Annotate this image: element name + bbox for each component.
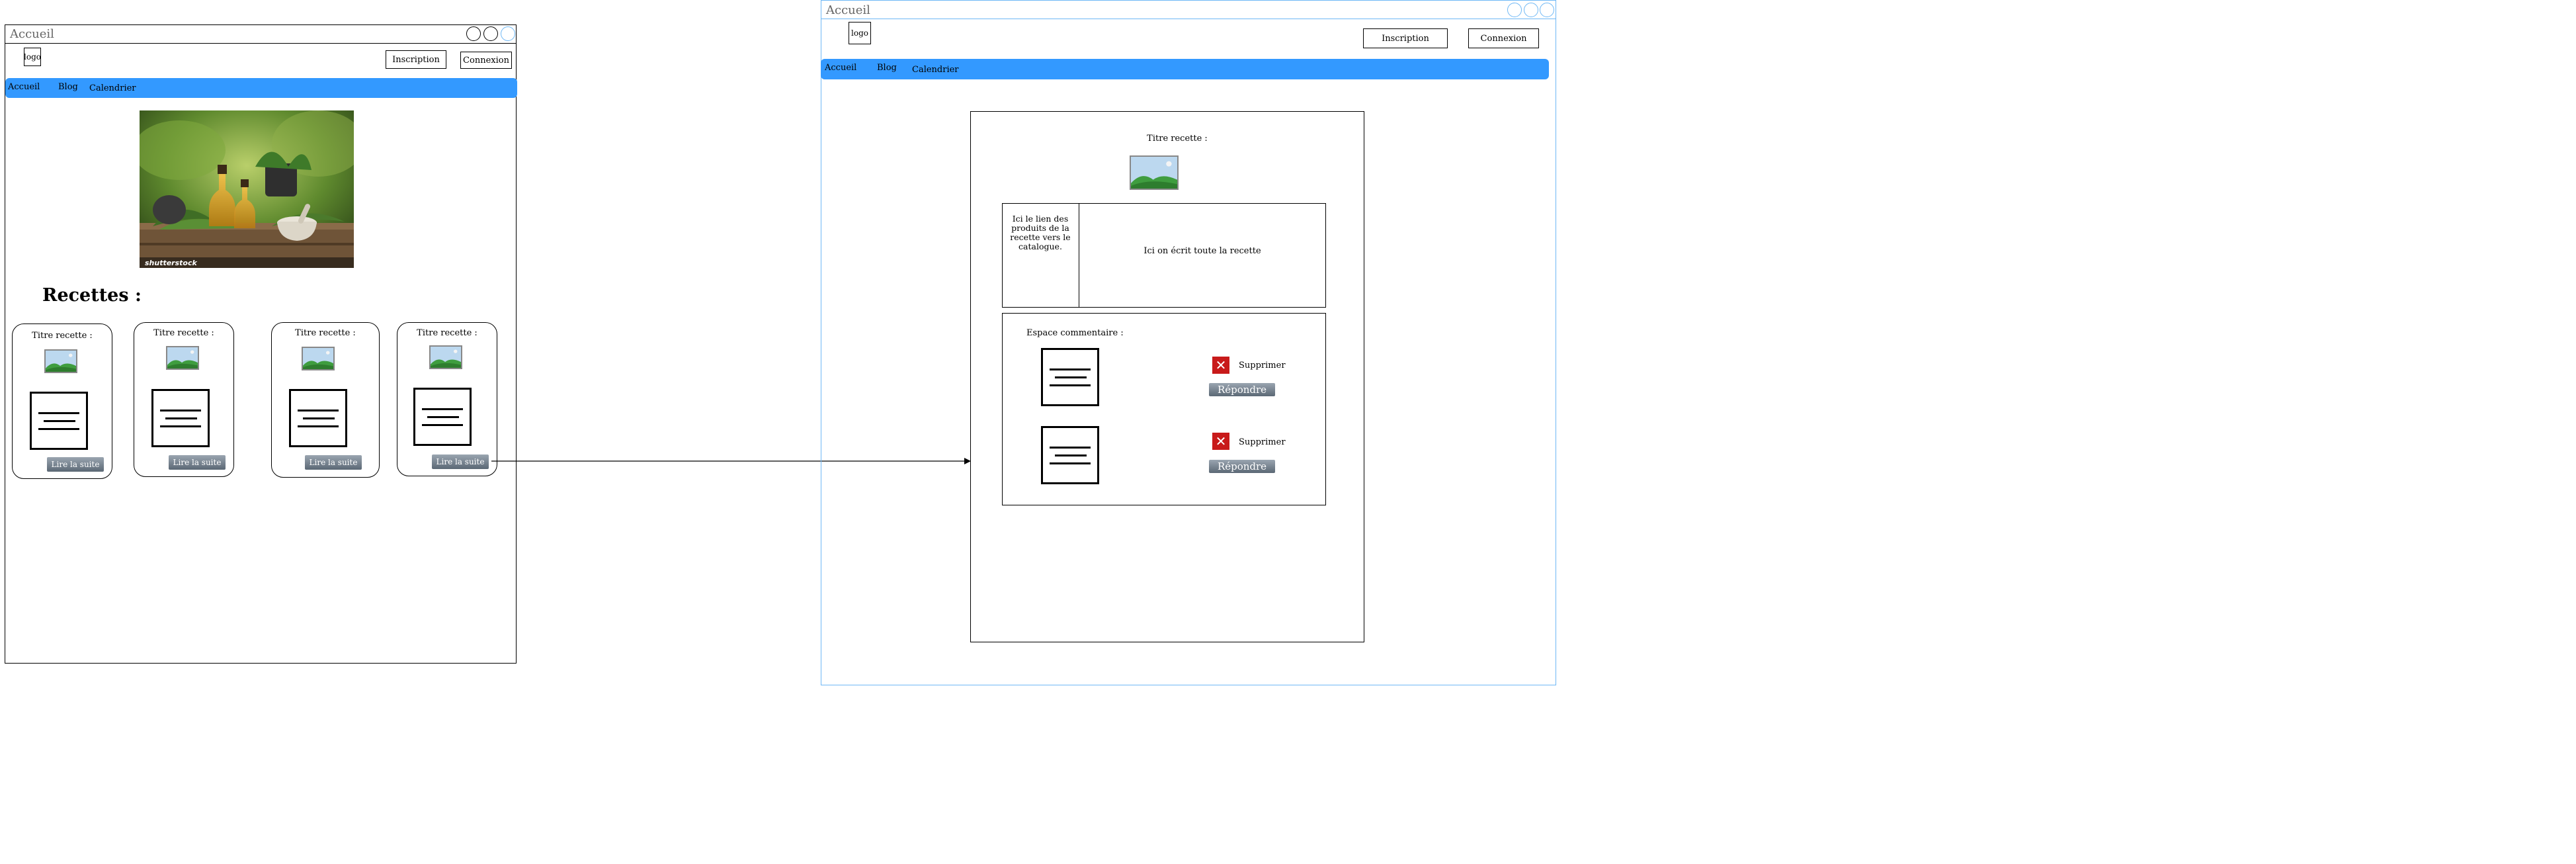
hero-image: shutterstock — [140, 110, 354, 268]
recipe-detail-panel: Titre recette : Ici le lien des produits… — [970, 111, 1364, 642]
close-icon[interactable] — [1540, 3, 1554, 17]
image-icon — [1130, 155, 1179, 190]
right-window: Accueil logo Inscription Connexion Accue… — [821, 0, 1556, 685]
comment-document-icon — [1041, 426, 1099, 484]
image-icon — [44, 349, 77, 373]
close-icon[interactable] — [501, 26, 515, 41]
image-icon — [166, 346, 199, 370]
comment-document-icon — [1041, 348, 1099, 406]
nav-item-blog[interactable]: Blog — [58, 82, 78, 92]
window-title: Accueil — [826, 3, 870, 17]
document-icon — [289, 389, 347, 447]
minimize-icon[interactable] — [1507, 3, 1522, 17]
recipe-card-2: Titre recette : Lire la suite — [134, 322, 234, 477]
nav-item-calendrier[interactable]: Calendrier — [912, 65, 959, 75]
nav-item-calendrier[interactable]: Calendrier — [89, 83, 136, 93]
recipes-heading: Recettes : — [42, 285, 142, 306]
recipe-title: Titre recette : — [1147, 134, 1208, 144]
logo[interactable]: logo — [849, 22, 871, 44]
delete-icon[interactable]: ✕ — [1212, 433, 1229, 450]
maximize-icon[interactable] — [483, 26, 498, 41]
card-title: Titre recette : — [417, 328, 478, 338]
minimize-icon[interactable] — [466, 26, 481, 41]
comments-section: Espace commentaire : ✕ Supprimer Répondr… — [1002, 313, 1326, 505]
read-more-button[interactable]: Lire la suite — [169, 455, 226, 470]
card-title: Titre recette : — [32, 331, 93, 341]
product-link-text[interactable]: Ici le lien des produits de la recette v… — [1007, 214, 1074, 251]
comments-label: Espace commentaire : — [1026, 328, 1124, 338]
signup-button[interactable]: Inscription — [386, 50, 446, 69]
nav-item-accueil[interactable]: Accueil — [8, 82, 40, 92]
recipe-content-box: Ici le lien des produits de la recette v… — [1002, 203, 1326, 308]
logo[interactable]: logo — [24, 48, 41, 66]
nav-item-blog[interactable]: Blog — [877, 63, 897, 73]
right-window-titlebar: Accueil — [821, 1, 1556, 19]
nav-item-accueil[interactable]: Accueil — [825, 63, 856, 73]
delete-icon[interactable]: ✕ — [1212, 357, 1229, 374]
recipe-card-4: Titre recette : Lire la suite — [397, 322, 497, 476]
hero-watermark: shutterstock — [145, 259, 197, 267]
document-icon — [413, 388, 472, 446]
document-icon — [30, 392, 88, 450]
delete-label[interactable]: Supprimer — [1239, 361, 1286, 370]
recipe-card-3: Titre recette : Lire la suite — [271, 322, 380, 478]
read-more-button[interactable]: Lire la suite — [305, 455, 362, 470]
product-link-cell: Ici le lien des produits de la recette v… — [1003, 204, 1079, 307]
reply-button[interactable]: Répondre — [1209, 460, 1275, 473]
left-window: Accueil logo Inscription Connexion Accue… — [5, 24, 517, 664]
left-window-titlebar: Accueil — [5, 25, 516, 44]
image-icon — [302, 347, 335, 370]
card-title: Titre recette : — [295, 328, 356, 338]
card-title: Titre recette : — [153, 328, 214, 338]
recipe-text: Ici on écrit toute la recette — [1143, 246, 1261, 256]
document-icon — [151, 389, 210, 447]
signup-button[interactable]: Inscription — [1363, 28, 1448, 48]
hero-photo-illustration: shutterstock — [140, 110, 354, 268]
nav-bar: Accueil Blog Calendrier — [5, 78, 517, 98]
login-button[interactable]: Connexion — [460, 52, 512, 69]
read-more-button[interactable]: Lire la suite — [47, 457, 104, 472]
delete-label[interactable]: Supprimer — [1239, 437, 1286, 447]
reply-button[interactable]: Répondre — [1209, 383, 1275, 396]
nav-bar: Accueil Blog Calendrier — [821, 59, 1549, 79]
read-more-button[interactable]: Lire la suite — [432, 454, 489, 469]
window-title: Accueil — [10, 27, 54, 41]
maximize-icon[interactable] — [1524, 3, 1538, 17]
recipe-card-1: Titre recette : Lire la suite — [12, 324, 112, 479]
image-icon — [429, 345, 462, 369]
login-button[interactable]: Connexion — [1468, 28, 1539, 48]
